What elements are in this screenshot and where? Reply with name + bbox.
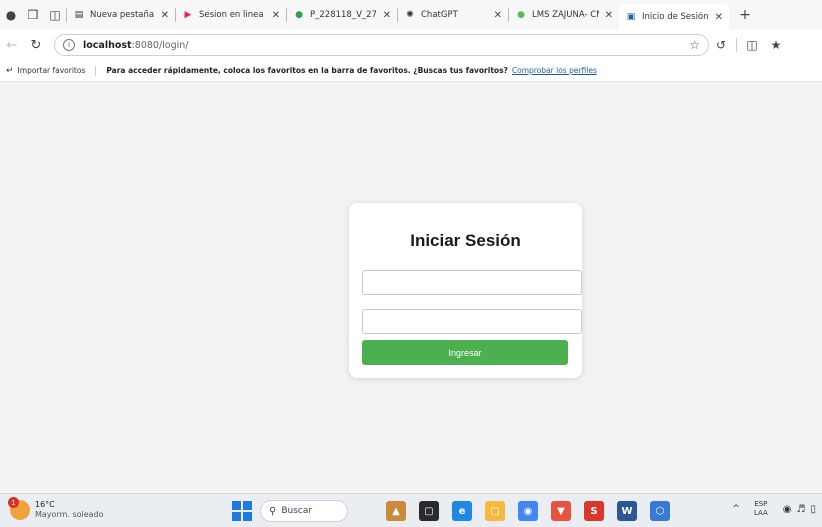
extensions-icon[interactable]: ↺ [709,33,733,57]
battery-icon[interactable]: ▯ [810,504,816,515]
tab-nueva-pestana[interactable]: ▤ Nueva pestaña ✕ [67,4,175,26]
volume-icon[interactable]: ♬ [797,504,806,515]
page-content: Iniciar Sesión Ingresar [0,82,822,493]
search-icon: ⚲ [269,505,277,517]
import-icon: ↵ [6,65,14,76]
vertical-tabs-icon[interactable]: ◫ [44,4,66,26]
edge-browser-icon[interactable]: e [452,501,472,521]
favorites-icon[interactable]: ★ [764,33,788,57]
back-button[interactable]: ← [0,33,24,57]
weather-sun-icon: 1 [8,497,30,520]
tab-label: P_228118_V_272151 [310,10,377,20]
tab-label: Inicio de Sesión [642,12,709,22]
taskbar-apps: ⚲ Buscar ▲ ▢ e □ ◉ ▼ S W ⬡ [232,499,670,523]
system-tray: ^ ESP LAA ◉ ♬ ▯ [732,500,816,518]
address-bar[interactable]: i localhost:8080/login/ ☆ [54,34,709,56]
file-explorer-icon[interactable]: □ [485,501,505,521]
landscape-app-icon[interactable]: ▲ [386,501,406,521]
close-icon[interactable]: ✕ [715,12,723,23]
youtube-play-icon: ▶ [184,10,192,20]
notification-badge: 1 [8,497,19,508]
import-favorites-label: Importar favoritos [17,66,86,75]
close-icon[interactable]: ✕ [383,10,391,21]
tab-label: ChatGPT [421,10,458,20]
taskbar-search[interactable]: ⚲ Buscar [260,500,348,522]
close-icon[interactable]: ✕ [272,10,280,21]
tab-label: LMS ZAJUNA- CMS [532,10,599,20]
tab-label: Nueva pestaña [90,10,155,20]
tab-chatgpt[interactable]: ✺ ChatGPT ✕ [398,4,508,26]
tab-p-228118[interactable]: ● P_228118_V_272151 ✕ [287,4,397,26]
close-icon[interactable]: ✕ [494,10,502,21]
new-tab-button[interactable]: + [733,4,757,26]
toolbar-separator [736,38,737,52]
taskbar-search-label: Buscar [281,506,313,516]
reload-button[interactable]: ↻ [24,33,48,57]
favorites-bar: ↵ Importar favoritos Para acceder rápida… [0,60,822,82]
address-row: ← ↻ i localhost:8080/login/ ☆ ↺ ◫ ★ [0,30,822,60]
import-favorites-button[interactable]: ↵ Importar favoritos [6,65,97,76]
username-input[interactable] [362,270,582,295]
chevron-up-icon[interactable]: ^ [732,504,740,514]
brave-browser-icon[interactable]: ▼ [551,501,571,521]
info-icon[interactable]: i [63,39,75,51]
favorites-hint: Para acceder rápidamente, coloca los fav… [106,66,508,75]
page-icon: ▤ [74,10,84,20]
taskbar: 1 16°C Mayorm. soleado ⚲ Buscar ▲ ▢ e □ … [0,493,822,527]
green-circle-icon: ● [517,10,525,20]
login-button[interactable]: Ingresar [362,340,568,365]
sublime-text-icon[interactable]: S [584,501,604,521]
task-view-icon[interactable]: ▢ [419,501,439,521]
chatgpt-icon: ✺ [406,10,414,20]
check-profiles-link[interactable]: Comprobar los perfiles [512,66,597,75]
green-circle-icon: ● [295,10,303,20]
login-title: Iniciar Sesión [410,231,521,250]
word-icon[interactable]: W [617,501,637,521]
weather-temp: 16°C [35,500,55,509]
weather-condition: Mayorm. soleado [35,510,104,519]
close-icon[interactable]: ✕ [161,10,169,21]
windows-start-icon[interactable] [232,501,252,521]
app-hexagon-icon[interactable]: ⬡ [650,501,670,521]
tab-lms-zajuna[interactable]: ● LMS ZAJUNA- CMS ✕ [509,4,619,26]
network-icon[interactable]: ◉ [783,504,792,515]
weather-widget[interactable]: 1 16°C Mayorm. soleado [8,497,104,520]
login-card: Iniciar Sesión Ingresar [349,203,582,378]
tab-label: Sesion en linea 17 fe [199,10,266,20]
star-icon[interactable]: ☆ [689,38,700,52]
image-icon: ▣ [626,12,636,22]
url-text[interactable]: localhost:8080/login/ [83,40,689,51]
tab-strip: ● ❒ ◫ ▤ Nueva pestaña ✕ ▶ Sesion en line… [0,0,822,30]
profile-icon[interactable]: ● [0,4,22,26]
workspaces-icon[interactable]: ❒ [22,4,44,26]
chrome-icon[interactable]: ◉ [518,501,538,521]
split-screen-icon[interactable]: ◫ [740,33,764,57]
close-icon[interactable]: ✕ [605,10,613,21]
tab-inicio-de-sesion[interactable]: ▣ Inicio de Sesión ✕ [619,4,729,30]
password-input[interactable] [362,309,582,334]
tab-sesion-en-linea[interactable]: ▶ Sesion en linea 17 fe ✕ [176,4,286,26]
language-indicator[interactable]: ESP LAA [754,500,768,518]
weather-text: 16°C Mayorm. soleado [35,500,104,520]
